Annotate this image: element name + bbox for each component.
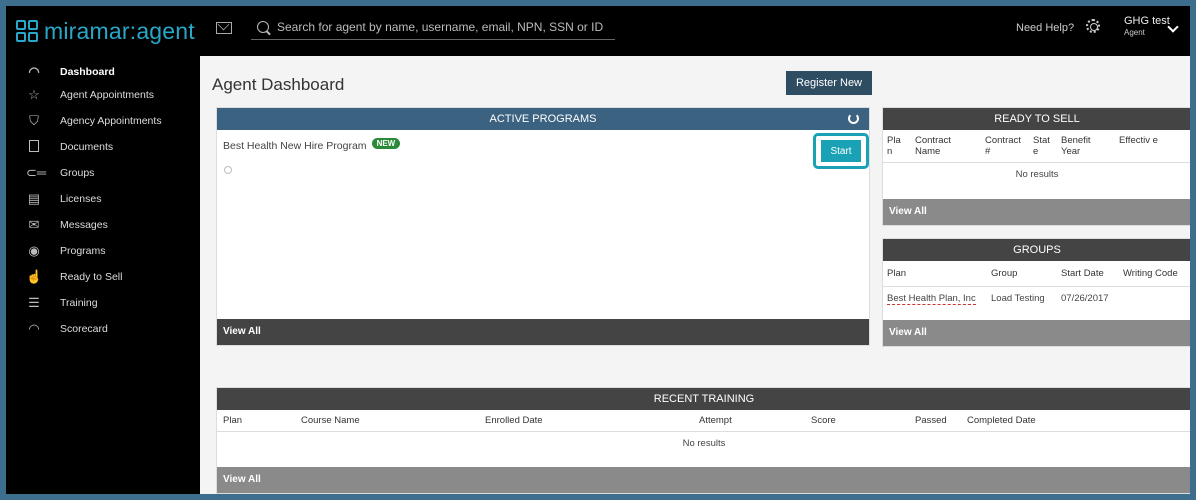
sidebar: ◠ Dashboard ☆ Agent Appointments ⛉ Agenc…	[6, 56, 200, 494]
sidebar-item-licenses[interactable]: ▤ Licenses	[6, 186, 200, 212]
page-title: Agent Dashboard	[212, 75, 345, 94]
groups-header: GROUPS	[883, 239, 1190, 261]
column-header[interactable]: Plan	[217, 410, 297, 432]
table-row[interactable]: Best Health Plan, Inc Load Testing 07/26…	[883, 287, 1190, 311]
column-header[interactable]: Writing Code	[1119, 261, 1190, 287]
sidebar-item-scorecard[interactable]: ◠ Scorecard	[6, 316, 200, 342]
top-bar: miramar:agent Need Help? GHG test Agent	[6, 6, 1190, 56]
sidebar-item-label: Programs	[60, 245, 106, 257]
column-header[interactable]: Passed	[911, 410, 963, 432]
no-results-text: No results	[1015, 169, 1059, 180]
new-badge: NEW	[371, 137, 401, 149]
view-all-training-link[interactable]: View All	[217, 467, 1190, 493]
app-frame: miramar:agent Need Help? GHG test Agent …	[6, 6, 1190, 494]
view-all-programs-link[interactable]: View All	[217, 319, 869, 345]
checklist-icon: ☰	[28, 295, 40, 310]
thumbs-up-icon: ☝	[26, 269, 43, 284]
sidebar-item-groups[interactable]: ⊂═ Groups	[6, 160, 200, 186]
help-link[interactable]: Need Help?	[1016, 22, 1074, 34]
table-cell	[1119, 287, 1190, 311]
view-all-groups-link[interactable]: View All	[883, 320, 1190, 346]
search-bar	[251, 14, 615, 40]
active-programs-title: ACTIVE PROGRAMS	[489, 113, 597, 125]
sidebar-item-agency-appointments[interactable]: ⛉ Agency Appointments	[6, 108, 200, 134]
sidebar-item-label: Licenses	[60, 193, 102, 205]
sidebar-item-documents[interactable]: Documents	[6, 134, 200, 160]
sidebar-item-label: Ready to Sell	[60, 271, 123, 283]
user-role: Agent	[1124, 28, 1145, 37]
view-all-ready-link[interactable]: View All	[883, 199, 1190, 225]
search-icon[interactable]	[257, 20, 269, 33]
ready-to-sell-table: Pla n Contract Name Contract # Stat e Be…	[883, 130, 1190, 186]
speedometer-icon: ◠	[28, 64, 40, 79]
search-input[interactable]	[277, 19, 607, 34]
column-header[interactable]: Score	[807, 410, 911, 432]
sidebar-item-messages[interactable]: ✉ Messages	[6, 212, 200, 238]
recent-training-header: RECENT TRAINING	[217, 388, 1190, 410]
active-programs-header: ACTIVE PROGRAMS	[217, 108, 869, 130]
mail-icon[interactable]	[216, 22, 232, 34]
sidebar-item-label: Dashboard	[60, 66, 115, 78]
sidebar-item-ready-to-sell[interactable]: ☝ Ready to Sell	[6, 264, 200, 290]
license-icon: ▤	[27, 191, 41, 206]
column-header[interactable]: Contract #	[981, 130, 1029, 163]
sidebar-item-label: Agency Appointments	[60, 115, 162, 127]
logo-mark-icon	[16, 20, 38, 42]
document-icon	[26, 140, 42, 154]
groups-panel: GROUPS Plan Group Start Date Writing Cod…	[882, 238, 1190, 347]
sidebar-item-training[interactable]: ☰ Training	[6, 290, 200, 316]
eye-icon: ◉	[28, 243, 40, 258]
ready-to-sell-panel: READY TO SELL Pla n Contract Name Contra…	[882, 107, 1190, 226]
sidebar-item-label: Agent Appointments	[60, 89, 154, 101]
recent-training-panel: RECENT TRAINING Plan Course Name Enrolle…	[216, 387, 1190, 494]
table-cell: 07/26/2017	[1061, 293, 1109, 304]
column-header[interactable]: Attempt	[695, 410, 807, 432]
progress-circle-icon	[224, 166, 232, 174]
column-header[interactable]: Pla n	[883, 130, 911, 163]
program-item[interactable]: Best Health New Hire Program NEW	[223, 137, 401, 152]
sidebar-item-programs[interactable]: ◉ Programs	[6, 238, 200, 264]
column-header[interactable]: Course Name	[297, 410, 481, 432]
mail-icon: ✉	[28, 217, 40, 232]
column-header[interactable]: Stat e	[1029, 130, 1057, 163]
sidebar-item-label: Messages	[60, 219, 108, 231]
main-content: Agent Dashboard Register New ACTIVE PROG…	[200, 56, 1190, 494]
column-header[interactable]: Plan	[883, 261, 987, 287]
logo-text: miramar:agent	[44, 17, 195, 44]
column-header[interactable]: Group	[987, 261, 1057, 287]
sidebar-item-label: Training	[60, 297, 98, 309]
column-header[interactable]: Enrolled Date	[481, 410, 695, 432]
table-cell: Load Testing	[991, 293, 1045, 304]
start-button[interactable]: Start	[821, 140, 861, 162]
user-name: GHG test	[1124, 15, 1170, 27]
column-header[interactable]: Effectiv e	[1115, 130, 1190, 163]
key-icon: ⊂═	[26, 165, 47, 180]
no-results-text: No results	[682, 438, 726, 449]
sidebar-item-label: Scorecard	[60, 323, 108, 335]
logo[interactable]: miramar:agent	[6, 6, 200, 56]
star-icon: ☆	[28, 87, 40, 102]
gauge-icon: ◠	[28, 321, 40, 336]
active-programs-panel: ACTIVE PROGRAMS Best Health New Hire Pro…	[216, 107, 870, 346]
column-header[interactable]: Start Date	[1057, 261, 1119, 287]
column-header[interactable]: Contract Name	[911, 130, 981, 163]
sidebar-item-label: Groups	[60, 167, 95, 179]
sidebar-item-agent-appointments[interactable]: ☆ Agent Appointments	[6, 82, 200, 108]
sidebar-item-dashboard[interactable]: ◠ Dashboard	[6, 62, 200, 82]
column-header[interactable]: Benefit Year	[1057, 130, 1115, 163]
ready-to-sell-header: READY TO SELL	[883, 108, 1190, 130]
sidebar-item-label: Documents	[60, 141, 114, 153]
gear-icon[interactable]	[1086, 19, 1100, 33]
register-new-button[interactable]: Register New	[786, 71, 872, 95]
table-cell[interactable]: Best Health Plan, Inc	[883, 287, 987, 311]
start-button-highlight: Start	[813, 133, 869, 169]
shield-star-icon: ⛉	[29, 113, 39, 128]
groups-table: Plan Group Start Date Writing Code Best …	[883, 261, 1190, 310]
program-name[interactable]: Best Health New Hire Program	[223, 140, 367, 152]
column-header[interactable]: Completed Date	[963, 410, 1190, 432]
user-menu[interactable]: GHG test Agent	[1124, 16, 1170, 38]
recent-training-table: Plan Course Name Enrolled Date Attempt S…	[217, 410, 1190, 455]
refresh-icon[interactable]	[848, 113, 859, 124]
